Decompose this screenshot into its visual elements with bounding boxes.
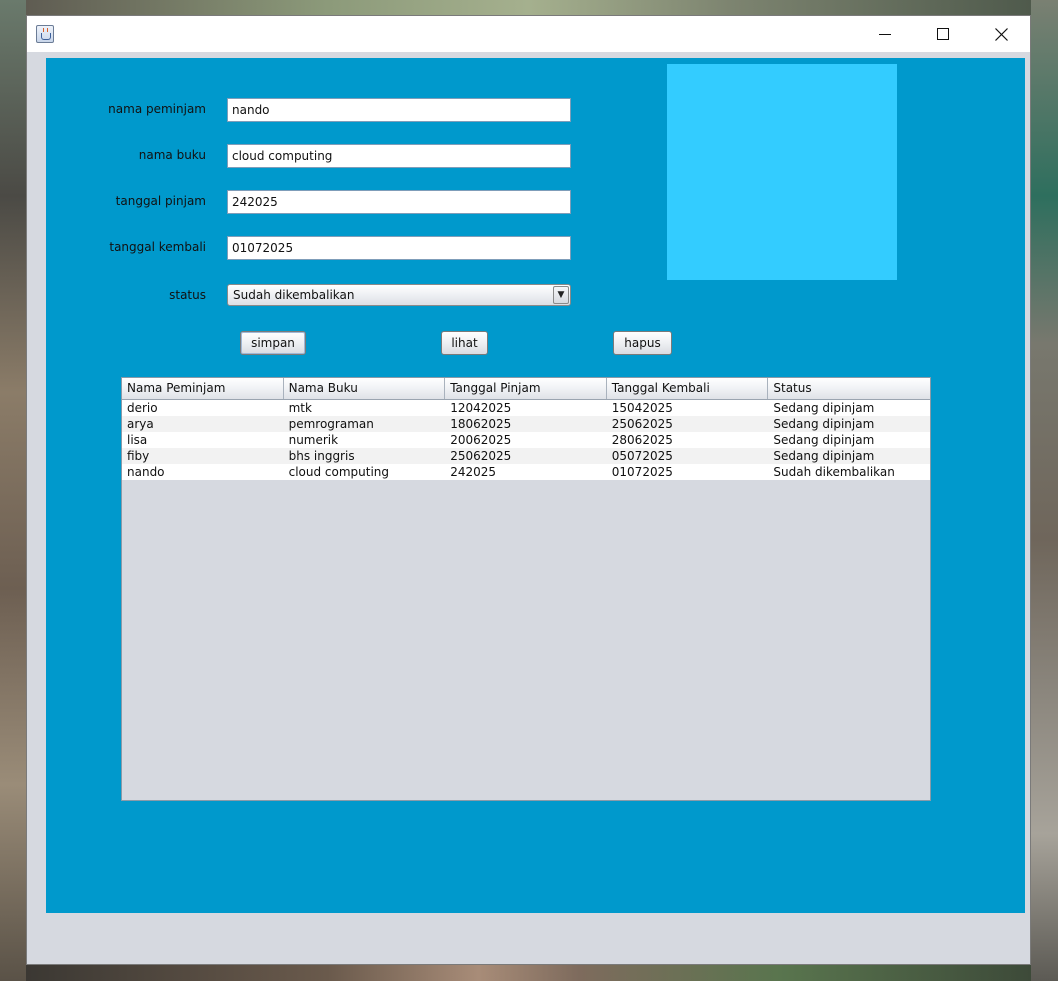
close-icon bbox=[994, 27, 1008, 41]
cell-tanggal-pinjam: 18062025 bbox=[450, 417, 512, 431]
column-header-nama-peminjam[interactable]: Nama Peminjam bbox=[122, 378, 284, 399]
cell-nama-buku: numerik bbox=[288, 433, 339, 447]
status-selected-value: Sudah dikembalikan bbox=[233, 288, 355, 302]
column-header-nama-buku[interactable]: Nama Buku bbox=[284, 378, 446, 399]
close-button[interactable] bbox=[972, 16, 1030, 52]
cell-nama-buku: cloud computing bbox=[288, 465, 390, 479]
maximize-icon bbox=[937, 28, 949, 40]
tanggal-pinjam-label: tanggal pinjam bbox=[115, 194, 206, 208]
table-body: derio mtk 12042025 15042025 Sedang dipin… bbox=[122, 400, 930, 480]
chevron-down-icon[interactable]: ▼ bbox=[553, 286, 569, 304]
nama-buku-input[interactable] bbox=[227, 144, 571, 168]
loan-table[interactable]: Nama Peminjam Nama Buku Tanggal Pinjam T… bbox=[121, 377, 931, 801]
cell-nama-peminjam: derio bbox=[127, 401, 158, 415]
cell-tanggal-pinjam: 242025 bbox=[450, 465, 496, 479]
cell-status: Sedang dipinjam bbox=[773, 449, 875, 463]
cell-tanggal-pinjam: 20062025 bbox=[450, 433, 512, 447]
minimize-icon bbox=[879, 33, 891, 35]
nama-peminjam-label: nama peminjam bbox=[108, 102, 206, 116]
table-row[interactable]: lisa numerik 20062025 28062025 Sedang di… bbox=[122, 432, 930, 448]
table-header: Nama Peminjam Nama Buku Tanggal Pinjam T… bbox=[122, 378, 930, 400]
main-panel: nama peminjam nama buku tanggal pinjam t… bbox=[46, 58, 1025, 913]
cell-status: Sedang dipinjam bbox=[773, 401, 875, 415]
column-header-tanggal-pinjam[interactable]: Tanggal Pinjam bbox=[445, 378, 607, 399]
table-row[interactable]: arya pemrograman 18062025 25062025 Sedan… bbox=[122, 416, 930, 432]
table-row[interactable]: fiby bhs inggris 25062025 05072025 Sedan… bbox=[122, 448, 930, 464]
status-combobox[interactable]: Sudah dikembalikan ▼ bbox=[227, 284, 571, 306]
desktop-background-top bbox=[26, 0, 1031, 16]
tanggal-pinjam-input[interactable] bbox=[227, 190, 571, 214]
desktop-background-bottom bbox=[26, 965, 1031, 981]
cell-nama-peminjam: lisa bbox=[127, 433, 148, 447]
tanggal-kembali-label: tanggal kembali bbox=[109, 240, 206, 254]
column-header-tanggal-kembali[interactable]: Tanggal Kembali bbox=[607, 378, 769, 399]
status-label: status bbox=[169, 288, 206, 302]
cell-nama-peminjam: arya bbox=[127, 417, 154, 431]
app-window: nama peminjam nama buku tanggal pinjam t… bbox=[26, 15, 1031, 965]
desktop-background-right bbox=[1031, 0, 1058, 981]
title-bar[interactable] bbox=[27, 16, 1030, 52]
cell-nama-peminjam: nando bbox=[127, 465, 165, 479]
cell-nama-buku: pemrograman bbox=[288, 417, 374, 431]
cell-status: Sedang dipinjam bbox=[773, 433, 875, 447]
maximize-button[interactable] bbox=[914, 16, 972, 52]
nama-peminjam-input[interactable] bbox=[227, 98, 571, 122]
column-header-status[interactable]: Status bbox=[768, 378, 930, 399]
cell-status: Sedang dipinjam bbox=[773, 417, 875, 431]
simpan-button[interactable]: simpan bbox=[240, 331, 306, 355]
tanggal-kembali-input[interactable] bbox=[227, 236, 571, 260]
picture-box bbox=[667, 64, 897, 280]
cell-tanggal-kembali: 01072025 bbox=[611, 465, 673, 479]
cell-status: Sudah dikembalikan bbox=[773, 465, 895, 479]
table-row[interactable]: nando cloud computing 242025 01072025 Su… bbox=[122, 464, 930, 480]
cell-tanggal-pinjam: 12042025 bbox=[450, 401, 512, 415]
hapus-button[interactable]: hapus bbox=[613, 331, 672, 355]
cell-tanggal-kembali: 05072025 bbox=[611, 449, 673, 463]
minimize-button[interactable] bbox=[856, 16, 914, 52]
cell-tanggal-kembali: 28062025 bbox=[611, 433, 673, 447]
nama-buku-label: nama buku bbox=[138, 148, 206, 162]
cell-nama-buku: bhs inggris bbox=[288, 449, 355, 463]
desktop-background-left bbox=[0, 0, 26, 981]
table-row[interactable]: derio mtk 12042025 15042025 Sedang dipin… bbox=[122, 400, 930, 416]
lihat-button[interactable]: lihat bbox=[441, 331, 488, 355]
java-coffee-cup-icon[interactable] bbox=[36, 25, 54, 43]
cell-tanggal-pinjam: 25062025 bbox=[450, 449, 512, 463]
cell-tanggal-kembali: 15042025 bbox=[611, 401, 673, 415]
cell-nama-buku: mtk bbox=[288, 401, 312, 415]
cell-nama-peminjam: fiby bbox=[127, 449, 150, 463]
cell-tanggal-kembali: 25062025 bbox=[611, 417, 673, 431]
